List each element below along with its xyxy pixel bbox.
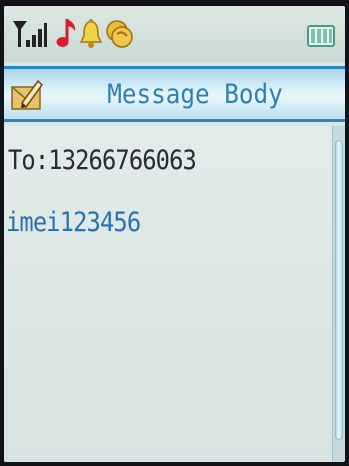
message-text[interactable]: imei123456 <box>6 206 141 240</box>
phone-frame: Message Body To:13266766063 imei123456 <box>0 0 349 466</box>
scrollbar[interactable] <box>332 126 345 462</box>
music-note-icon <box>56 19 76 47</box>
battery-icon <box>307 25 335 47</box>
recipient-line: To:13266766063 <box>8 145 197 176</box>
page-title: Message Body <box>107 79 283 110</box>
message-body[interactable]: To:13266766063 imei123456 <box>4 126 332 462</box>
vibrate-icon <box>106 20 133 48</box>
title-bar: Message Body <box>4 66 345 122</box>
phone-screen: Message Body To:13266766063 imei123456 <box>4 6 345 462</box>
alarm-bell-icon <box>80 19 102 48</box>
status-bar <box>4 6 345 62</box>
envelope-edit-icon <box>11 79 43 110</box>
scroll-thumb[interactable] <box>335 140 343 440</box>
signal-strength-icon <box>13 21 47 47</box>
